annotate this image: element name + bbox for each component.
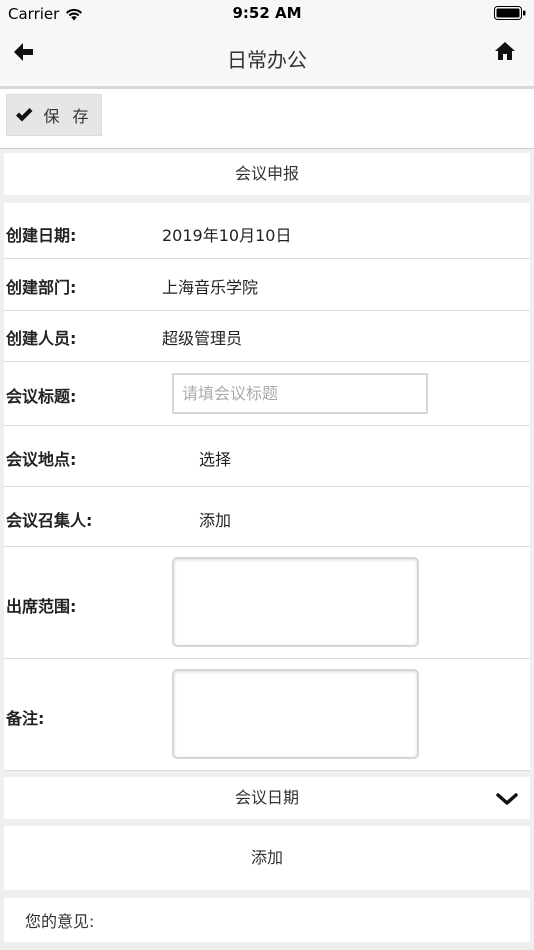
row-create-date: 创建日期: 2019年10月10日 bbox=[4, 203, 530, 259]
save-button-label: 保 存 bbox=[43, 107, 93, 126]
row-creator: 创建人员: 超级管理员 bbox=[4, 311, 530, 362]
meeting-title-label: 会议标题: bbox=[6, 387, 77, 406]
create-department-label: 创建部门: bbox=[6, 278, 77, 297]
toolbar-divider bbox=[0, 148, 534, 149]
status-bar: Carrier 9:52 AM bbox=[0, 0, 534, 28]
row-meeting-title: 会议标题: bbox=[4, 362, 530, 426]
add-meeting-date-label: 添加 bbox=[250, 848, 283, 867]
meeting-date-header[interactable]: 会议日期 bbox=[4, 777, 530, 819]
home-button[interactable] bbox=[494, 40, 522, 68]
create-date-value: 2019年10月10日 bbox=[162, 226, 292, 245]
attendance-scope-textarea[interactable] bbox=[172, 557, 419, 647]
select-location-button[interactable]: 选择 bbox=[199, 446, 231, 470]
row-meeting-convener: 会议召集人: 添加 bbox=[4, 487, 530, 547]
section-title: 会议申报 bbox=[234, 164, 299, 183]
page-title: 日常办公 bbox=[227, 48, 307, 72]
save-button[interactable]: 保 存 bbox=[6, 94, 102, 136]
row-remarks: 备注: bbox=[4, 659, 530, 771]
meeting-convener-label: 会议召集人: bbox=[6, 511, 93, 530]
meeting-title-input[interactable] bbox=[172, 373, 428, 414]
create-date-label: 创建日期: bbox=[6, 226, 77, 245]
creator-value: 超级管理员 bbox=[162, 329, 243, 348]
remarks-label: 备注: bbox=[6, 709, 45, 728]
row-create-department: 创建部门: 上海音乐学院 bbox=[4, 259, 530, 311]
toolbar: 保 存 bbox=[0, 89, 534, 149]
navigation-bar: 日常办公 bbox=[0, 28, 534, 86]
row-attendance-scope: 出席范围: bbox=[4, 547, 530, 659]
create-department-value: 上海音乐学院 bbox=[162, 278, 259, 297]
battery-icon bbox=[494, 6, 526, 24]
add-meeting-date-button[interactable]: 添加 bbox=[4, 826, 530, 890]
section-header-meeting-application: 会议申报 bbox=[4, 153, 530, 195]
attendance-scope-label: 出席范围: bbox=[6, 597, 77, 616]
meeting-location-label: 会议地点: bbox=[6, 450, 77, 469]
checkmark-icon bbox=[16, 108, 33, 122]
chevron-down-icon[interactable] bbox=[496, 791, 518, 807]
opinion-section: 您的意见: bbox=[4, 898, 530, 942]
home-icon bbox=[495, 42, 515, 60]
status-time: 9:52 AM bbox=[232, 4, 302, 22]
creator-label: 创建人员: bbox=[6, 329, 77, 348]
meeting-date-title: 会议日期 bbox=[234, 788, 299, 807]
row-meeting-location: 会议地点: 选择 bbox=[4, 426, 530, 487]
opinion-label: 您的意见: bbox=[25, 912, 95, 931]
add-convener-button[interactable]: 添加 bbox=[199, 507, 231, 531]
remarks-textarea[interactable] bbox=[172, 669, 419, 759]
